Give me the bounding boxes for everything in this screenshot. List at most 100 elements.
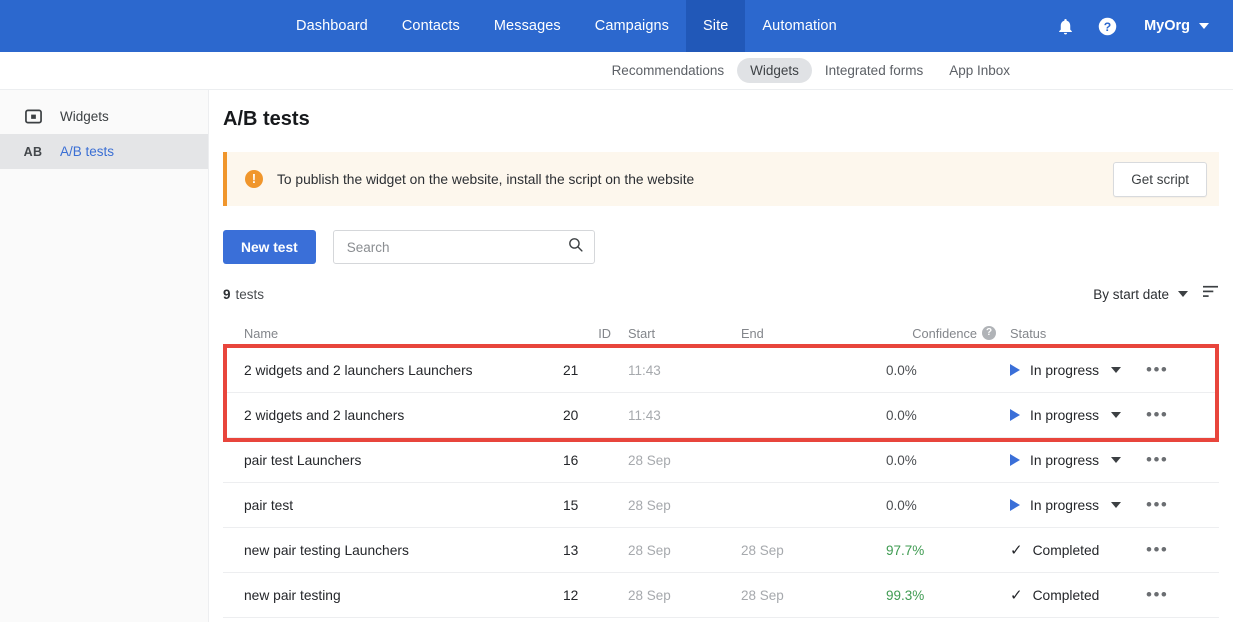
column-header-end: End	[741, 325, 764, 341]
new-test-button[interactable]: New test	[223, 230, 316, 264]
table-row[interactable]: pair test Launchers 16 28 Sep 0.0% In progre…	[223, 438, 1219, 483]
table-row[interactable]: pair test 15 28 Sep 0.0% In progress •••	[223, 483, 1219, 528]
row-actions-cell: •••	[1146, 361, 1219, 380]
play-icon	[1010, 364, 1020, 376]
more-options-icon[interactable]: •••	[1146, 495, 1168, 514]
test-start-date: 28 Sep	[628, 452, 671, 468]
ab-tests-table: Name ID Start End Confidence ? Status 2 …	[223, 318, 1219, 618]
search-box[interactable]	[332, 230, 595, 264]
sidebar-item-a-b-tests[interactable]: AB A/B tests	[0, 134, 208, 169]
main-content: A/B tests ! To publish the widget on the…	[209, 90, 1233, 622]
column-header-id: ID	[598, 325, 611, 341]
column-header-confidence: Confidence ?	[886, 326, 996, 341]
test-status: In progress	[996, 453, 1146, 468]
widget-icon	[24, 108, 42, 126]
more-options-icon[interactable]: •••	[1146, 405, 1168, 424]
test-confidence: 0.0%	[886, 452, 917, 468]
test-start-date: 11:43	[628, 407, 661, 423]
table-row[interactable]: new pair testing Launchers 13 28 Sep 28 Sep…	[223, 528, 1219, 573]
table-body: 2 widgets and 2 launchers Launchers 21 11:…	[223, 348, 1219, 618]
test-id: 21	[563, 362, 579, 378]
test-id: 20	[563, 407, 579, 423]
org-switcher[interactable]: MyOrg	[1128, 0, 1233, 52]
nav-link-site[interactable]: Site	[686, 0, 746, 52]
table-row[interactable]: 2 widgets and 2 launchers Launchers 21 11:…	[223, 348, 1219, 393]
nav-link-campaigns[interactable]: Campaigns	[578, 0, 686, 52]
toolbar: New test	[223, 230, 1233, 264]
check-icon: ✓	[1010, 541, 1023, 559]
test-status: In progress	[996, 498, 1146, 513]
chevron-down-icon[interactable]	[1111, 412, 1122, 418]
chevron-down-icon[interactable]	[1111, 367, 1122, 373]
test-confidence: 0.0%	[886, 497, 917, 513]
play-icon	[1010, 409, 1020, 421]
test-confidence: 99.3%	[886, 587, 925, 603]
test-status-label: In progress	[1030, 452, 1100, 468]
primary-nav-links: Dashboard Contacts Messages Campaigns Site Au…	[279, 0, 854, 52]
subnav-item-integrated-forms[interactable]: Integrated forms	[812, 58, 936, 83]
help-icon[interactable]: ?	[1086, 0, 1128, 52]
test-count-number: 9	[223, 286, 231, 302]
nav-link-contacts[interactable]: Contacts	[385, 0, 477, 52]
test-name: new pair testing	[244, 587, 341, 603]
nav-link-messages[interactable]: Messages	[477, 0, 578, 52]
ab-icon: AB	[23, 144, 43, 159]
subnav-item-widgets[interactable]: Widgets	[737, 58, 812, 83]
test-count: 9 tests	[223, 287, 264, 302]
test-name: 2 widgets and 2 launchers	[244, 407, 405, 423]
test-name: pair test Launchers	[244, 452, 362, 468]
banner-message: To publish the widget on the website, in…	[277, 171, 695, 187]
more-options-icon[interactable]: •••	[1146, 450, 1168, 469]
nav-link-dashboard[interactable]: Dashboard	[279, 0, 385, 52]
search-icon[interactable]	[567, 236, 584, 258]
chevron-down-icon[interactable]	[1111, 502, 1122, 508]
test-start-date: 28 Sep	[628, 542, 671, 558]
bell-icon[interactable]	[1044, 0, 1086, 52]
test-status-label: Completed	[1032, 542, 1100, 558]
more-options-icon[interactable]: •••	[1146, 360, 1168, 379]
test-status: In progress	[996, 363, 1146, 378]
sidebar-item-widgets[interactable]: Widgets	[0, 99, 208, 134]
test-status: ✓ Completed	[996, 588, 1146, 603]
test-confidence: 0.0%	[886, 362, 917, 378]
chevron-down-icon	[1178, 291, 1188, 297]
test-confidence: 0.0%	[886, 407, 917, 423]
test-name: pair test	[244, 497, 294, 513]
chevron-down-icon[interactable]	[1111, 457, 1122, 463]
org-name: MyOrg	[1144, 18, 1190, 34]
test-status: ✓ Completed	[996, 543, 1146, 558]
test-start-date: 28 Sep	[628, 587, 671, 603]
more-options-icon[interactable]: •••	[1146, 540, 1168, 559]
results-summary-row: 9 tests By start date	[223, 284, 1219, 304]
warning-icon: !	[245, 170, 263, 188]
row-actions-cell: •••	[1146, 451, 1219, 470]
test-id: 12	[563, 587, 579, 603]
sort-by-dropdown[interactable]: By start date	[1093, 287, 1188, 302]
test-name: 2 widgets and 2 launchers Launchers	[244, 362, 473, 378]
test-start-date: 11:43	[628, 362, 661, 378]
sort-by-label: By start date	[1093, 286, 1169, 302]
page-title: A/B tests	[223, 108, 310, 130]
help-tooltip-icon[interactable]: ?	[982, 326, 996, 340]
test-name: new pair testing Launchers	[244, 542, 409, 558]
nav-link-automation[interactable]: Automation	[745, 0, 853, 52]
subnav-item-app-inbox[interactable]: App Inbox	[936, 58, 1023, 83]
check-icon: ✓	[1010, 586, 1023, 604]
subnav-item-recommendations[interactable]: Recommendations	[599, 58, 738, 83]
get-script-button[interactable]: Get script	[1113, 161, 1207, 197]
test-end-date: 28 Sep	[741, 542, 784, 558]
row-actions-cell: •••	[1146, 406, 1219, 425]
sort-controls: By start date	[1093, 284, 1219, 304]
table-row[interactable]: new pair testing 12 28 Sep 28 Sep 99.3% ✓ Comp…	[223, 573, 1219, 618]
play-icon	[1010, 499, 1020, 511]
more-options-icon[interactable]: •••	[1146, 585, 1168, 604]
table-row[interactable]: 2 widgets and 2 launchers 20 11:43 0.0% In p…	[223, 393, 1219, 438]
sort-order-icon[interactable]	[1202, 284, 1219, 304]
sidebar: Widgets AB A/B tests	[0, 90, 209, 622]
row-actions-cell: •••	[1146, 541, 1219, 560]
column-header-name: Name	[244, 325, 279, 341]
test-start-date: 28 Sep	[628, 497, 671, 513]
test-status-label: In progress	[1030, 407, 1100, 423]
test-id: 15	[563, 497, 579, 513]
search-input[interactable]	[346, 239, 567, 255]
